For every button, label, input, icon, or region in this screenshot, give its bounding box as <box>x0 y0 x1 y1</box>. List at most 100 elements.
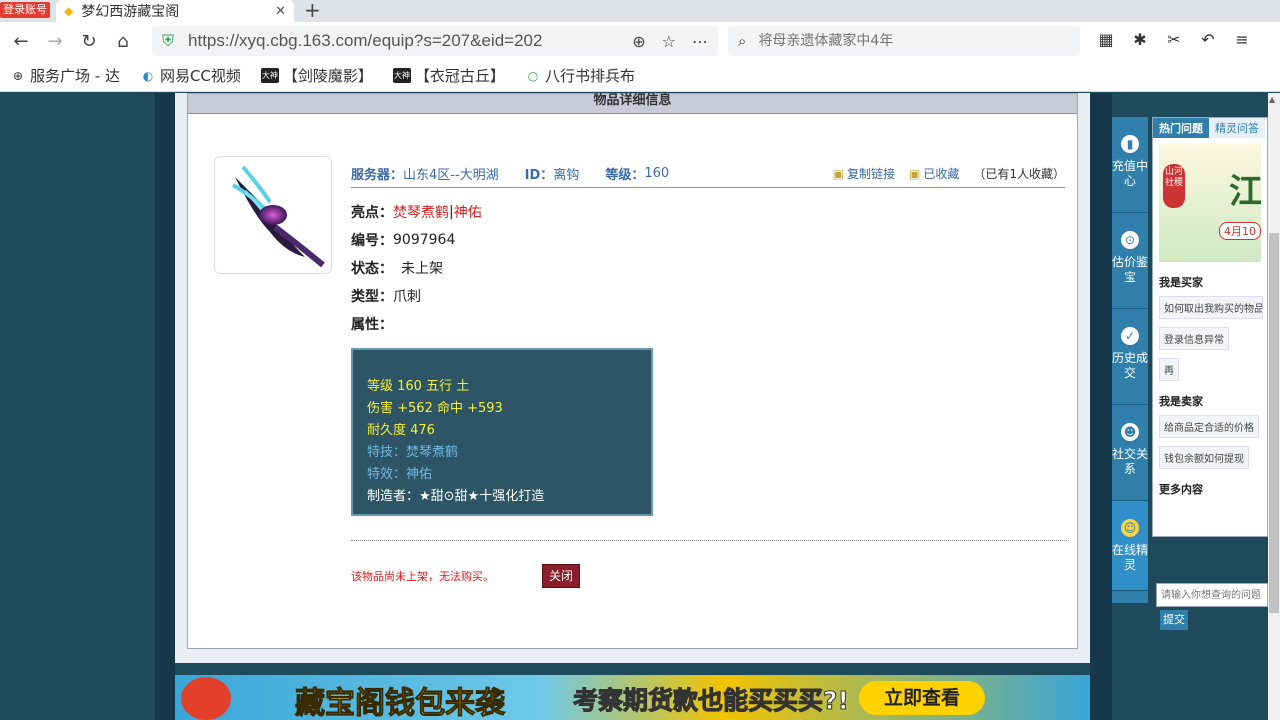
promo-big-text: 江 <box>1229 172 1261 212</box>
collected-icon: ▣ <box>909 166 921 181</box>
item-detail-panel: 物品详细信息 服务器： 山东4区--大明湖 ID： 离钩 等级： 160 ▣ 复… <box>187 93 1078 649</box>
help-promo-image[interactable]: 山河社稷 江 4月10 <box>1159 144 1261 262</box>
login-badge[interactable]: 登录账号 <box>0 2 50 18</box>
id-label: ID： <box>524 168 554 183</box>
level-label: 等级： <box>605 168 645 183</box>
more-icon[interactable]: ⋯ <box>692 32 708 51</box>
history-icon: ✓ <box>1121 327 1139 345</box>
help-question[interactable]: 再 <box>1159 358 1179 381</box>
item-info-line: 服务器： 山东4区--大明湖 ID： 离钩 等级： 160 ▣ 复制链接 ▣ 已… <box>351 160 1065 188</box>
home-icon[interactable]: ⌂ <box>110 31 136 52</box>
banner-subtitle: 考察期货款也能买买买?! <box>573 686 850 716</box>
secure-shield-icon: ⛨ <box>162 31 175 50</box>
character-image <box>181 677 231 720</box>
item-actions: ▣ 复制链接 ▣ 已收藏 （已有1人收藏） <box>833 165 1065 182</box>
extension-icon[interactable]: ✱ <box>1130 30 1150 49</box>
help-question[interactable]: 给商品定合适的价格 <box>1159 415 1259 438</box>
number-row: 编号： 9097964 <box>351 232 456 249</box>
item-type: 爪刺 <box>393 289 421 305</box>
menu-icon[interactable]: ≡ <box>1232 30 1252 49</box>
bookmark-item[interactable]: ◐ 网易CC视频 <box>140 65 241 86</box>
highlight-effect: 神佑 <box>453 205 482 221</box>
id-value: 离钩 <box>553 168 580 183</box>
level-value: 160 <box>644 166 670 181</box>
search-icon: ⌕ <box>738 32 747 50</box>
more-section-title: 更多内容 <box>1159 483 1203 496</box>
address-bar[interactable]: ⛨ https://xyq.cbg.163.com/equip?s=207&ei… <box>152 26 718 56</box>
scroll-up-icon[interactable]: ▲ <box>1269 95 1275 104</box>
back-icon[interactable]: ← <box>8 31 34 52</box>
cc-icon: ◐ <box>142 68 154 83</box>
forward-icon[interactable]: → <box>42 31 68 52</box>
bookmark-star-icon[interactable]: ☆ <box>662 32 676 51</box>
help-question[interactable]: 如何取出我购买的物品 <box>1159 296 1263 319</box>
divider <box>351 540 1069 541</box>
tab-title: 梦幻西游藏宝阁 <box>81 4 180 20</box>
promo-date: 4月10 <box>1219 222 1261 240</box>
sidebar-item-recharge[interactable]: ▮ 充值中心 <box>1112 117 1148 213</box>
help-tabs: 热门问题 精灵问答 <box>1153 118 1267 138</box>
tab-hot-questions[interactable]: 热门问题 <box>1153 118 1209 138</box>
page-gutter-right <box>1090 93 1112 720</box>
tab-favicon-icon: ◆ <box>64 4 74 18</box>
sidebar-item-appraise[interactable]: ⊙ 估价鉴宝 <box>1112 213 1148 309</box>
seller-section-title: 我是卖家 <box>1159 395 1203 408</box>
scissors-icon[interactable]: ✂ <box>1164 30 1184 49</box>
status-row: 状态： 未上架 <box>351 254 482 282</box>
server-value: 山东4区--大明湖 <box>403 168 499 183</box>
sidebar-item-social[interactable]: ☻ 社交关系 <box>1112 405 1148 501</box>
help-question-input[interactable] <box>1156 583 1268 607</box>
bookmark-item[interactable]: 大神 【剑陵魔影】 <box>260 65 373 86</box>
apps-grid-icon[interactable]: ▦ <box>1096 30 1116 49</box>
search-box[interactable]: ⌕ <box>728 26 1080 56</box>
attr-line: 制造者：★甜⊙甜★十强化打造 <box>367 489 545 504</box>
buyer-section-title: 我是买家 <box>1159 276 1203 289</box>
server-label: 服务器： <box>351 168 404 183</box>
reload-icon[interactable]: ↻ <box>76 31 102 52</box>
collected-button[interactable]: 已收藏 <box>923 165 959 182</box>
attribute-box: 等级 160 五行 土 伤害 +562 命中 +593 耐久度 476 特技：焚… <box>351 348 653 516</box>
recharge-icon: ▮ <box>1121 135 1139 153</box>
sidebar-item-spirit[interactable]: ☺ 在线精灵 <box>1112 501 1148 591</box>
attr-line: 特效：神佑 <box>367 467 433 482</box>
help-submit-button[interactable]: 提交 <box>1160 610 1188 630</box>
right-sidebar: ▮ 充值中心 ⊙ 估价鉴宝 ✓ 历史成交 ☻ 社交关系 ☺ 在线精灵 <box>1112 117 1148 603</box>
url-text[interactable]: https://xyq.cbg.163.com/equip?s=207&eid=… <box>188 31 616 51</box>
new-tab-icon[interactable]: + <box>304 0 321 22</box>
purchase-notice: 该物品尚未上架，无法购买。 <box>351 570 494 583</box>
help-question[interactable]: 登录信息异常 <box>1159 327 1229 350</box>
page-content: 物品详细信息 服务器： 山东4区--大明湖 ID： 离钩 等级： 160 ▣ 复… <box>0 93 1280 720</box>
bookmark-item[interactable]: ○ 八行书排兵布 <box>525 65 635 86</box>
undo-icon[interactable]: ↶ <box>1198 30 1218 49</box>
copy-link-icon: ▣ <box>832 166 844 181</box>
item-fields: 亮点： 焚琴煮鹤 | 神佑 编号： 9097964 状态： 未上架 类型： 爪刺 <box>351 198 482 338</box>
item-number: 9097964 <box>393 232 456 248</box>
appraise-icon: ⊙ <box>1121 231 1139 249</box>
bookmark-item[interactable]: ⊕ 服务广场 - 达 <box>10 65 120 86</box>
highlight-row: 亮点： 焚琴煮鹤 | 神佑 <box>351 204 482 221</box>
bookmark-item[interactable]: 大神 【衣冠古丘】 <box>392 65 505 86</box>
item-status: 未上架 <box>401 261 443 277</box>
sidebar-item-history[interactable]: ✓ 历史成交 <box>1112 309 1148 405</box>
promo-seal: 山河社稷 <box>1163 164 1185 208</box>
active-tab[interactable]: ◆ 梦幻西游藏宝阁 ✕ <box>56 0 294 22</box>
globe-icon: ⊕ <box>12 68 24 83</box>
tab-strip: 登录账号 ◆ 梦幻西游藏宝阁 ✕ + <box>0 0 1280 22</box>
banner-title: 藏宝阁钱包来袭 <box>295 686 506 720</box>
promo-banner[interactable]: 藏宝阁钱包来袭 考察期货款也能买买买?! 立即查看 <box>175 675 1090 720</box>
search-input[interactable] <box>758 33 1059 49</box>
dashen-icon: 大神 <box>260 68 279 83</box>
zoom-icon[interactable]: ⊕ <box>632 32 645 51</box>
scroll-thumb[interactable] <box>1269 233 1279 613</box>
page-scrollbar[interactable]: ▲ <box>1268 93 1280 720</box>
close-tab-icon[interactable]: ✕ <box>275 4 286 19</box>
copy-link-button[interactable]: 复制链接 <box>847 165 895 182</box>
type-row: 类型： 爪刺 <box>351 282 482 310</box>
attr-line: 伤害 +562 命中 +593 <box>367 401 503 416</box>
highlight-skill: 焚琴煮鹤 <box>393 205 449 221</box>
help-question[interactable]: 钱包余额如何提现 <box>1159 446 1249 469</box>
close-button[interactable]: 关闭 <box>542 564 580 588</box>
tab-spirit-qa[interactable]: 精灵问答 <box>1209 118 1265 138</box>
view-now-button[interactable]: 立即查看 <box>859 681 985 715</box>
panel-title: 物品详细信息 <box>188 94 1077 114</box>
